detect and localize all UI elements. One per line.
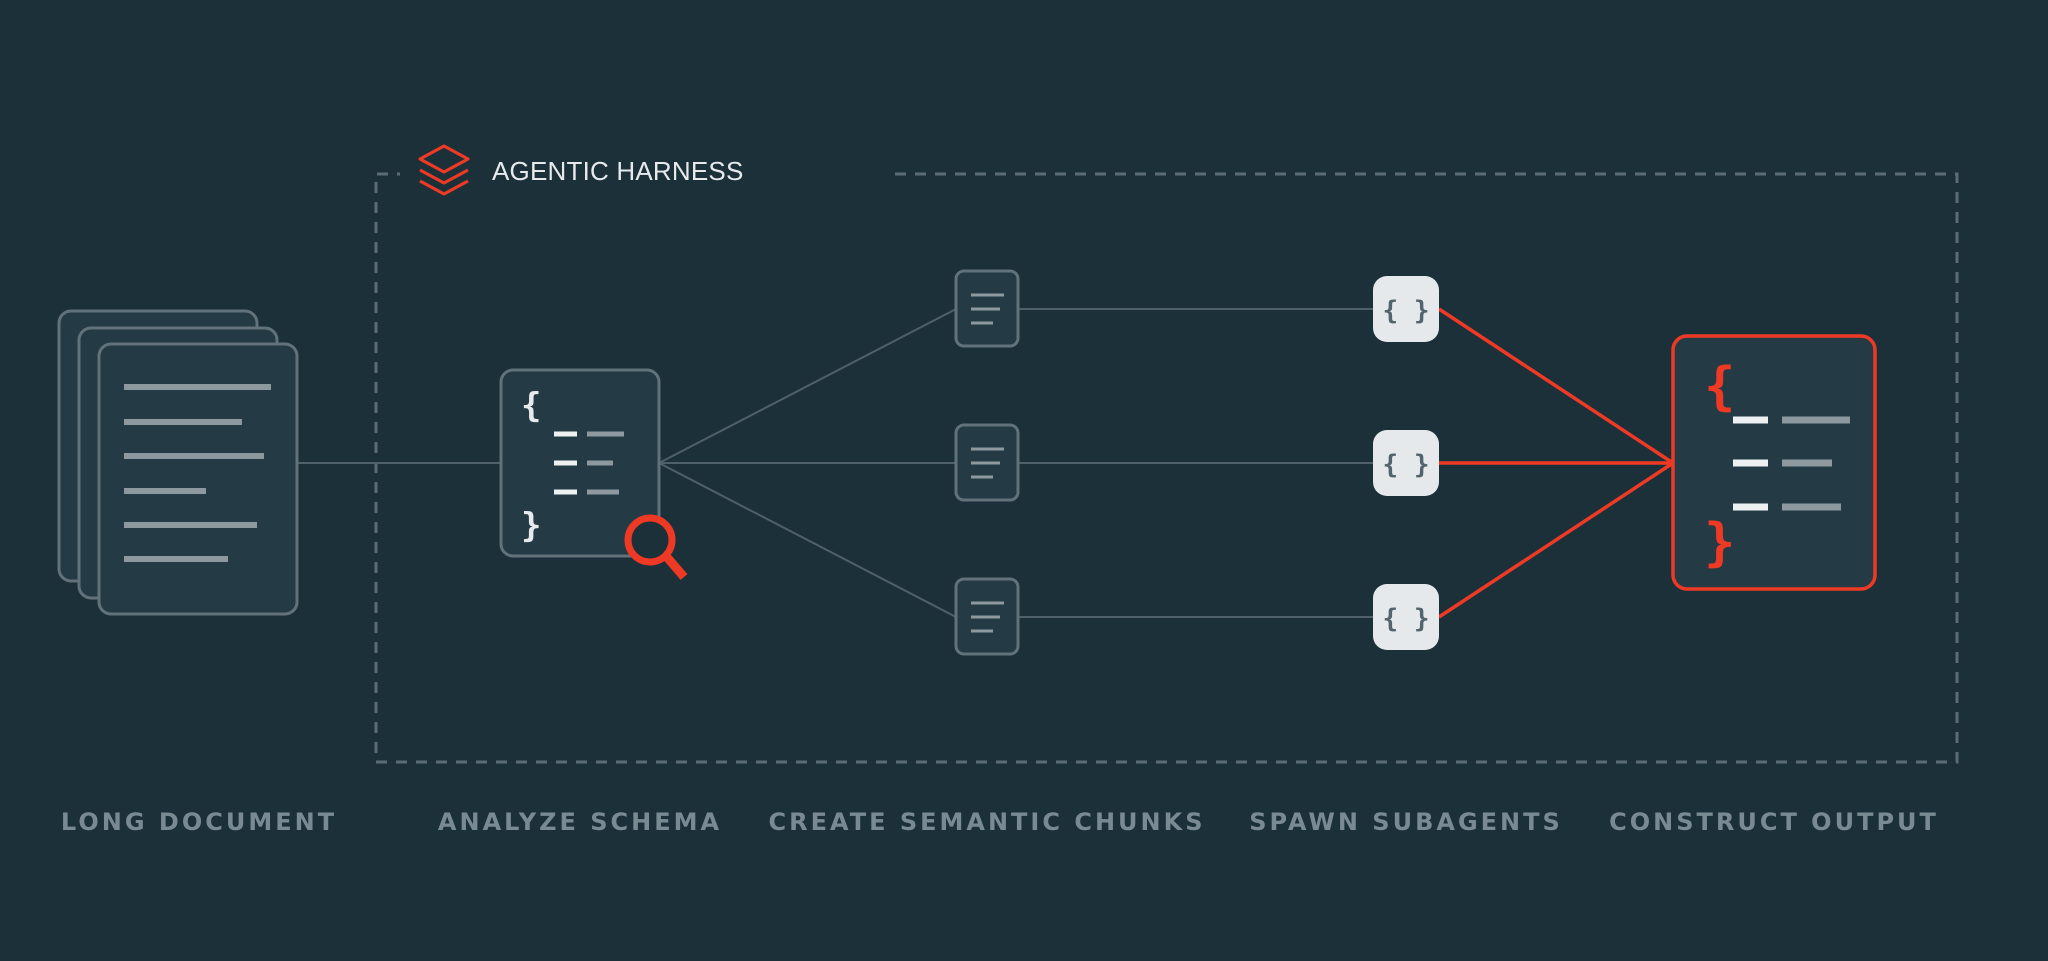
output-document-icon: { } <box>1671 334 1877 591</box>
svg-text:}: } <box>1704 513 1735 573</box>
stage-label-spawn-subagents: SPAWN SUBAGENTS <box>1249 808 1563 836</box>
svg-text:{ }: { } <box>1383 604 1430 634</box>
pipeline-diagram: { } {} {} {} {} AGENTIC HARNESS LONG… <box>0 0 2048 961</box>
chunk-document-icon-1 <box>954 269 1020 348</box>
connector-subagent-1-to-output <box>1438 307 1674 465</box>
layers-stack-icon <box>418 144 470 196</box>
magnifier-icon <box>624 514 688 580</box>
harness-title: AGENTIC HARNESS <box>492 156 744 186</box>
stage-label-analyze-schema: ANALYZE SCHEMA <box>437 808 723 836</box>
connector-schema-to-chunk-1 <box>658 308 957 464</box>
chunk-document-icon-2 <box>954 423 1020 502</box>
stage-label-construct-output: CONSTRUCT OUTPUT <box>1609 808 1939 836</box>
long-document-icon <box>57 309 299 616</box>
connector-schema-to-chunk-3 <box>658 462 957 618</box>
connector-subagent-3-to-output <box>1438 461 1674 619</box>
subagent-icon-2: { } <box>1373 430 1439 496</box>
stage-label-create-semantic-chunks: CREATE SEMANTIC CHUNKS <box>768 808 1206 836</box>
stage-label-long-document: LONG DOCUMENT <box>60 808 338 836</box>
subagent-icon-3: { } <box>1373 584 1439 650</box>
svg-text:{: { <box>1704 357 1735 417</box>
chunk-document-icon-3 <box>954 577 1020 656</box>
svg-text:{: { <box>521 386 541 426</box>
subagent-icon-1: { } <box>1373 276 1439 342</box>
svg-text:}: } <box>521 506 541 546</box>
svg-text:{ }: { } <box>1383 296 1430 326</box>
svg-text:{ }: { } <box>1383 450 1430 480</box>
